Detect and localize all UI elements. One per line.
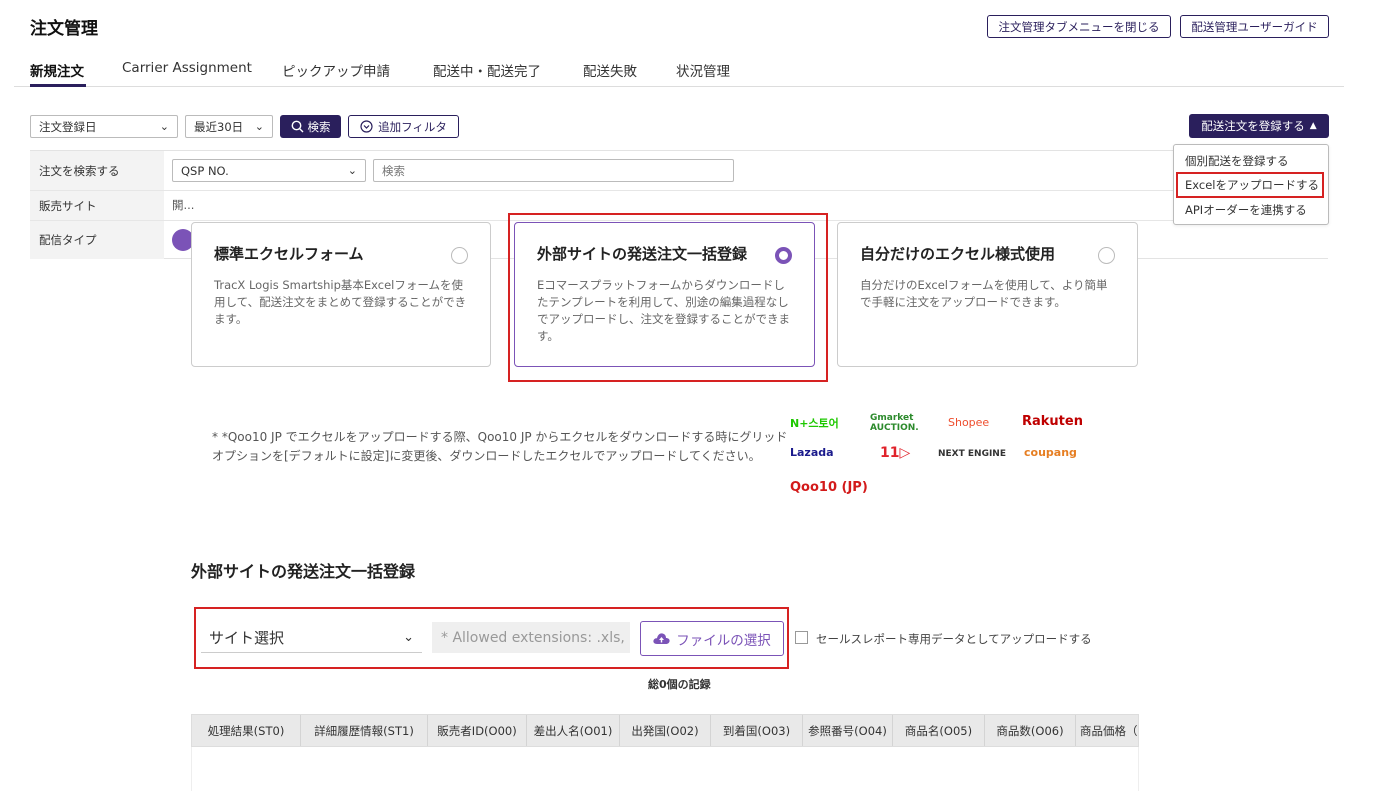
radio-own-excel[interactable] <box>1098 247 1115 264</box>
search-type-select[interactable]: QSP NO. ⌄ <box>172 159 366 182</box>
grid-column-header[interactable]: 参照番号(O04) <box>803 715 893 746</box>
order-search-input[interactable] <box>373 159 734 182</box>
caret-up-icon: ▲ <box>1309 121 1317 131</box>
chevron-down-icon: ⌄ <box>347 164 357 177</box>
section-title: 外部サイトの発送注文一括登録 <box>191 562 416 581</box>
grid-column-header[interactable]: 商品価格（ <box>1076 715 1138 746</box>
filter-label: 販売サイト <box>30 191 164 220</box>
sales-report-checkbox[interactable] <box>795 631 808 644</box>
chevron-down-icon: ⌄ <box>254 120 264 133</box>
chevron-circle-icon <box>360 120 373 133</box>
tab-in-delivery[interactable]: 配送中・配送完了 <box>433 60 541 80</box>
platform-logos: N+스토어 Gmarket AUCTION. Shopee Rakuten La… <box>790 410 1090 500</box>
grid-column-header[interactable]: 販売者ID(O00) <box>428 715 527 746</box>
grid-column-header[interactable]: 到着国(O03) <box>711 715 803 746</box>
record-count: 総0個の記録 <box>648 678 711 691</box>
coupang-logo: coupang <box>1024 446 1077 459</box>
upload-grid-body <box>191 747 1139 791</box>
grid-column-header[interactable]: 差出人名(O01) <box>527 715 620 746</box>
11st-logo: 11▷ <box>880 445 911 461</box>
grid-column-header[interactable]: 商品数(O06) <box>985 715 1076 746</box>
tab-pickup-request[interactable]: ピックアップ申請 <box>282 60 390 80</box>
card-standard-excel[interactable]: 標準エクセルフォーム TracX Logis Smartship基本Excelフ… <box>191 222 491 367</box>
tab-delivery-failed[interactable]: 配送失敗 <box>583 60 637 80</box>
rakuten-logo: Rakuten <box>1022 414 1083 429</box>
tab-new-order[interactable]: 新規注文 <box>30 60 84 80</box>
tab-carrier-assignment[interactable]: Carrier Assignment <box>122 60 252 76</box>
qoo10-upload-note: * *Qoo10 JP でエクセルをアップロードする際、Qoo10 JP からエ… <box>212 430 788 463</box>
choose-file-button[interactable]: ファイルの選択 <box>640 621 784 656</box>
naver-store-logo: N+스토어 <box>790 417 839 430</box>
lazada-logo: Lazada <box>790 446 834 459</box>
register-order-button[interactable]: 配送注文を登録する ▲ <box>1189 114 1329 138</box>
card-own-excel[interactable]: 自分だけのエクセル様式使用 自分だけのExcelフォームを使用して、より簡単で手… <box>837 222 1138 367</box>
gmarket-auction-logo: Gmarket AUCTION. <box>870 413 919 433</box>
add-filter-button[interactable]: 追加フィルタ <box>348 115 459 138</box>
close-tab-menu-button[interactable]: 注文管理タブメニューを閉じる <box>987 15 1171 38</box>
grid-column-header[interactable]: 詳細履歴情報(ST1) <box>301 715 428 746</box>
grid-column-header[interactable]: 出発国(O02) <box>620 715 711 746</box>
filter-label: 配信タイプ <box>30 221 164 259</box>
card-external-site[interactable]: 外部サイトの発送注文一括登録 Eコマースプラットフォームからダウンロードしたテン… <box>514 222 815 367</box>
chevron-down-icon: ⌄ <box>159 120 169 133</box>
search-icon <box>291 120 303 133</box>
cloud-upload-icon <box>653 633 670 644</box>
site-select[interactable]: サイト選択 ⌄ <box>201 622 422 653</box>
sales-report-label: セールスレポート専用データとしてアップロードする <box>816 632 1092 646</box>
grid-column-header[interactable]: 処理結果(ST0) <box>192 715 301 746</box>
filter-row-search: 注文を検索する QSP NO. ⌄ <box>30 151 1328 191</box>
filter-label: 注文を検索する <box>30 151 164 190</box>
grid-column-header[interactable]: 商品名(O05) <box>893 715 985 746</box>
shopee-logo: Shopee <box>948 416 990 429</box>
site-filter-value[interactable]: 開... <box>172 197 194 213</box>
page-title: 注文管理 <box>30 19 98 39</box>
user-guide-button[interactable]: 配送管理ユーザーガイド <box>1180 15 1329 38</box>
date-type-select[interactable]: 注文登録日 ⌄ <box>30 115 178 138</box>
search-button[interactable]: 検索 <box>280 115 341 138</box>
radio-external-site[interactable] <box>775 247 792 264</box>
chevron-down-icon: ⌄ <box>403 629 414 645</box>
tab-status-management[interactable]: 状況管理 <box>676 60 730 80</box>
period-select[interactable]: 最近30日 ⌄ <box>185 115 273 138</box>
menu-item-individual[interactable]: 個別配送を登録する <box>1185 153 1289 169</box>
register-dropdown-menu: 個別配送を登録する Excelをアップロードする APIオーダーを連携する <box>1173 144 1329 225</box>
radio-standard-excel[interactable] <box>451 247 468 264</box>
file-path-input[interactable]: * Allowed extensions: .xls, <box>432 622 630 653</box>
tab-bar: 新規注文 Carrier Assignment ピックアップ申請 配送中・配送完… <box>14 56 1344 87</box>
upload-grid-header: 処理結果(ST0) 詳細履歴情報(ST1) 販売者ID(O00) 差出人名(O0… <box>191 714 1139 747</box>
active-tab-indicator <box>30 84 86 87</box>
qoo10-logo: Qoo10 (JP) <box>790 480 868 495</box>
next-engine-logo: NEXT ENGINE <box>938 449 1006 459</box>
menu-item-excel-upload[interactable]: Excelをアップロードする <box>1185 177 1319 193</box>
menu-item-api-order[interactable]: APIオーダーを連携する <box>1185 202 1307 218</box>
